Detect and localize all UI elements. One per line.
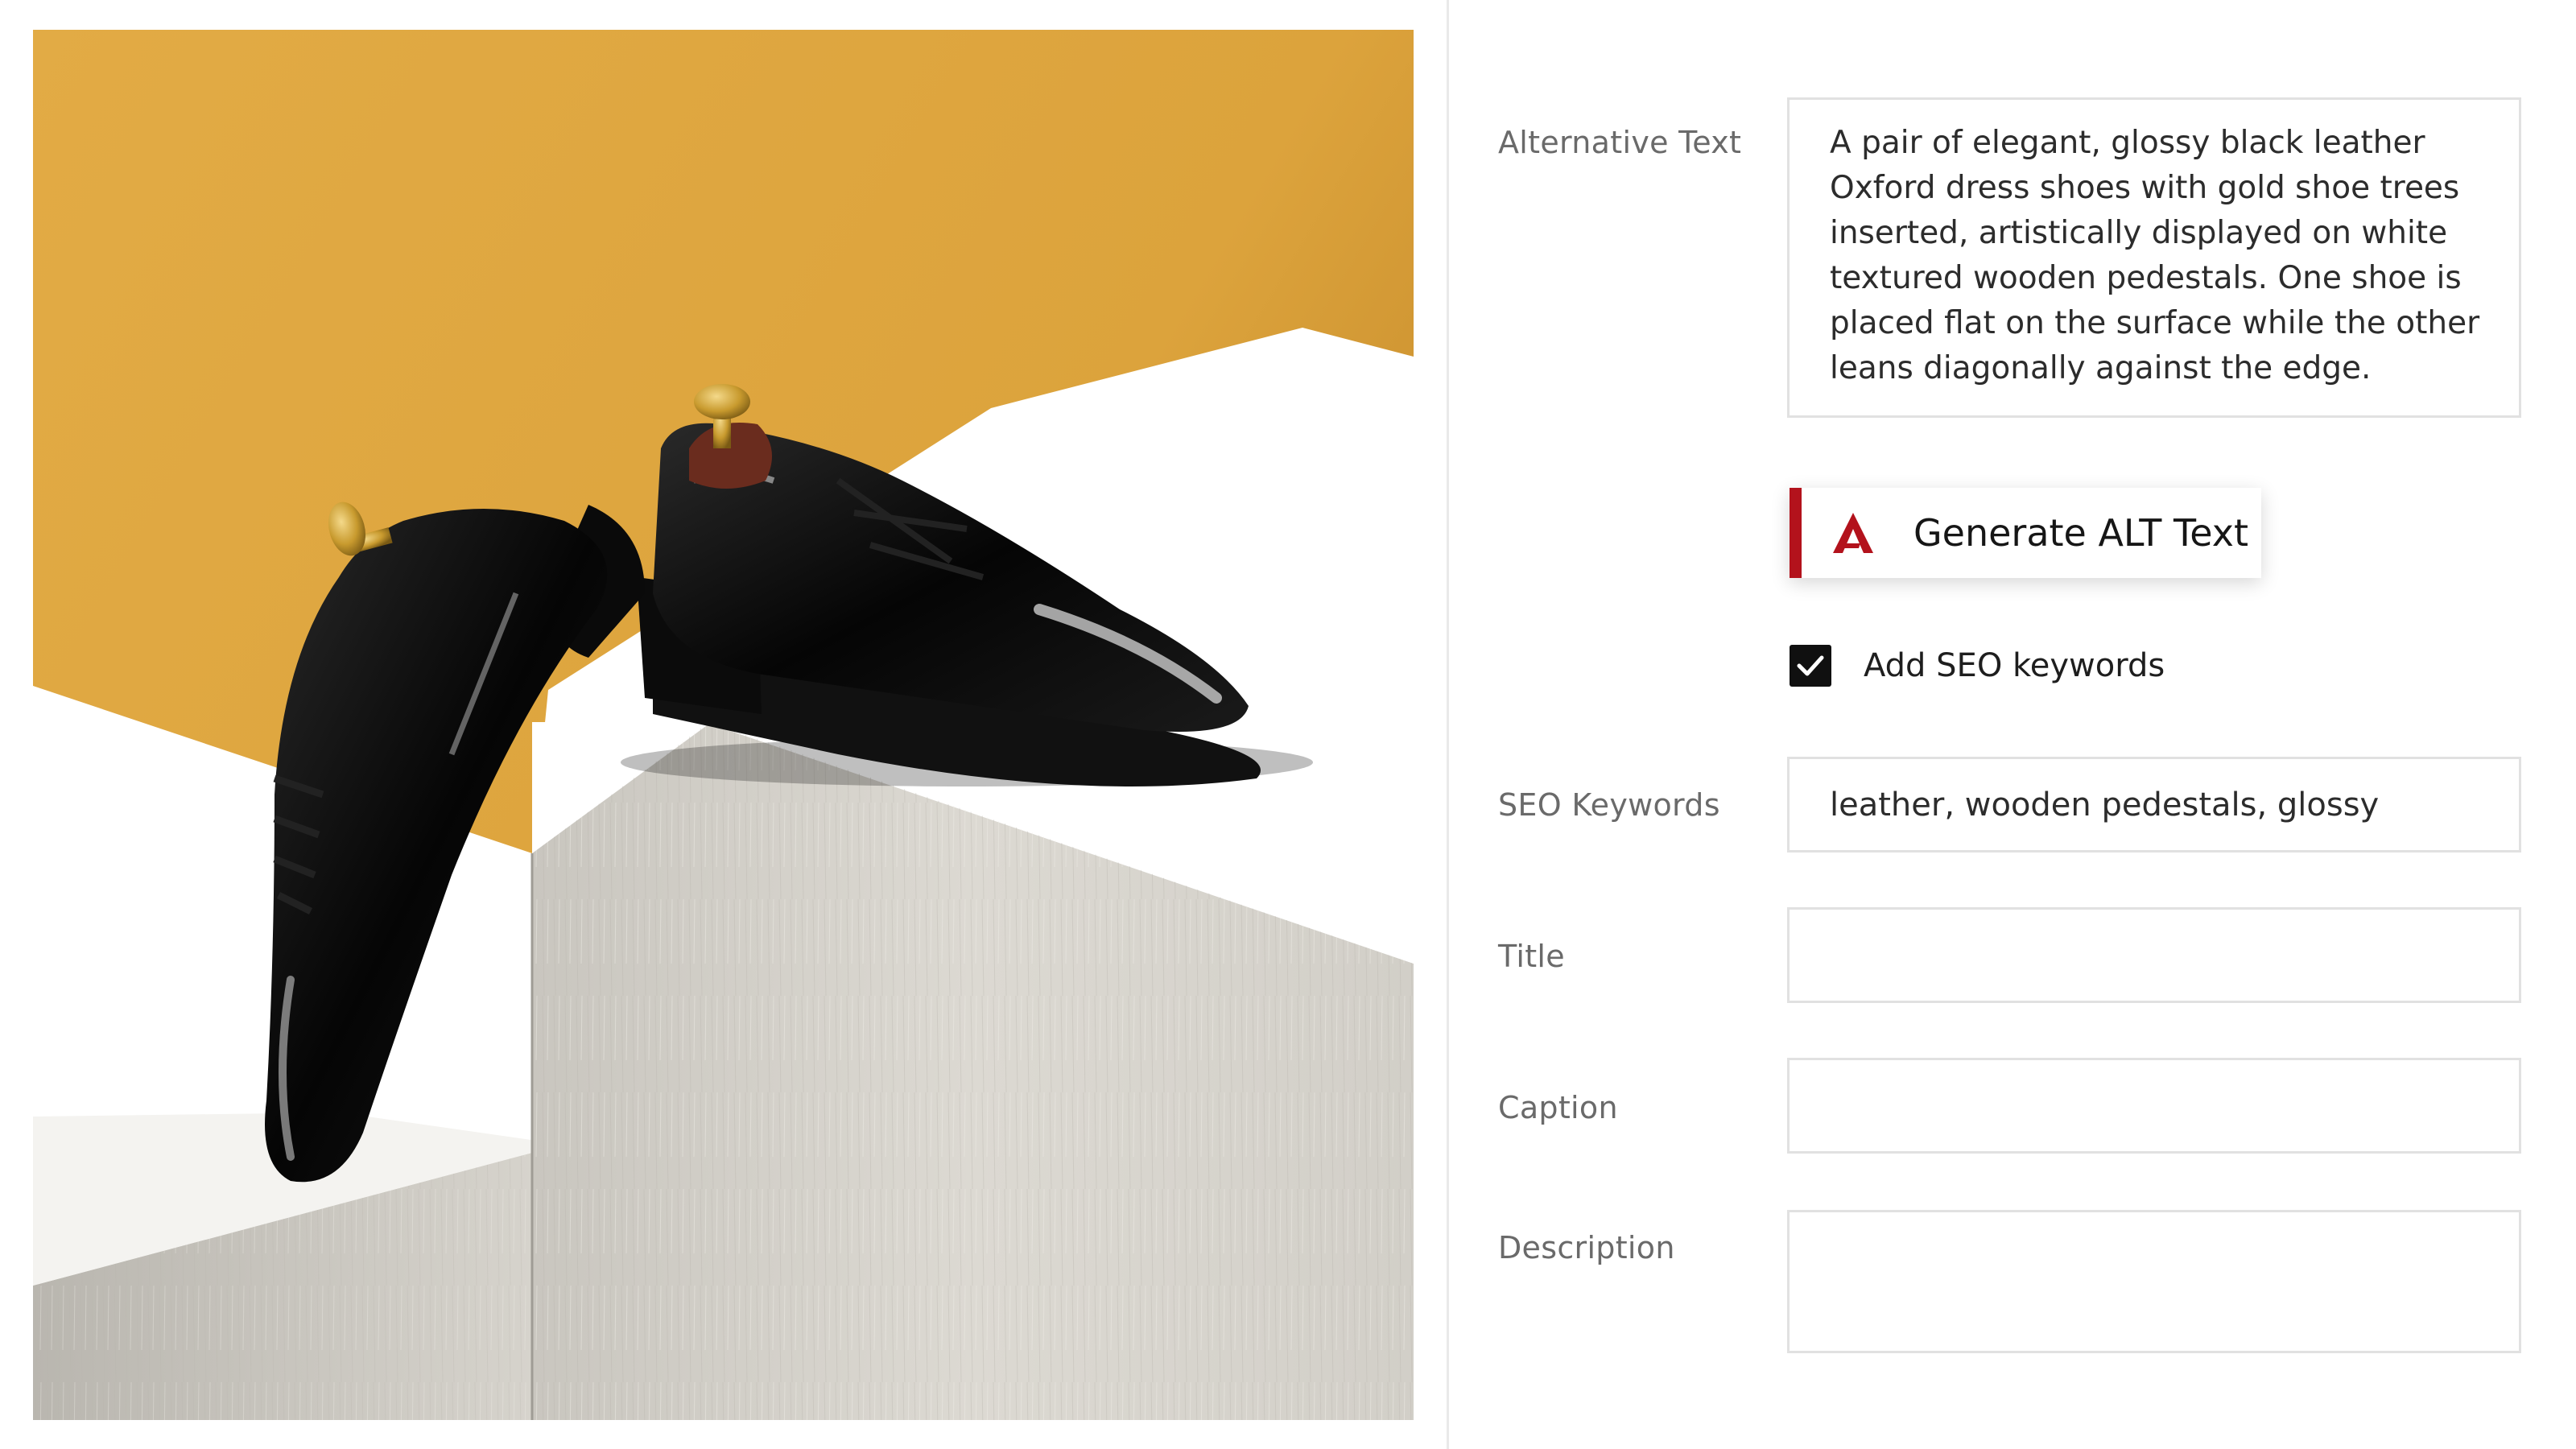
title-label: Title [1498,939,1565,974]
title-field[interactable] [1787,907,2521,1003]
caption-field[interactable] [1787,1058,2521,1154]
alt-text-field[interactable]: A pair of elegant, glossy black leather … [1787,97,2521,418]
seo-keywords-field[interactable]: leather, wooden pedestals, glossy [1787,757,2521,852]
button-accent-bar [1790,488,1802,578]
panel-divider [1447,0,1449,1449]
generate-alt-text-button[interactable]: Generate ALT Text [1790,488,2261,578]
seo-keywords-label: SEO Keywords [1498,787,1720,823]
description-label: Description [1498,1230,1675,1265]
seo-keywords-value: leather, wooden pedestals, glossy [1830,786,2380,824]
seo-checkbox-row[interactable]: Add SEO keywords [1790,645,2165,687]
description-field[interactable] [1787,1210,2521,1353]
generate-alt-text-label: Generate ALT Text [1913,511,2248,555]
seo-checkbox-label: Add SEO keywords [1864,647,2165,684]
seo-keywords-checkbox[interactable] [1790,645,1831,687]
alt-text-value: A pair of elegant, glossy black leather … [1830,125,2480,386]
checkmark-icon [1797,655,1824,676]
shoes-image [33,30,1414,1420]
caption-label: Caption [1498,1090,1618,1125]
alt-text-label: Alternative Text [1498,125,1742,160]
product-photo [33,30,1414,1420]
brand-a-logo-icon [1830,510,1876,556]
